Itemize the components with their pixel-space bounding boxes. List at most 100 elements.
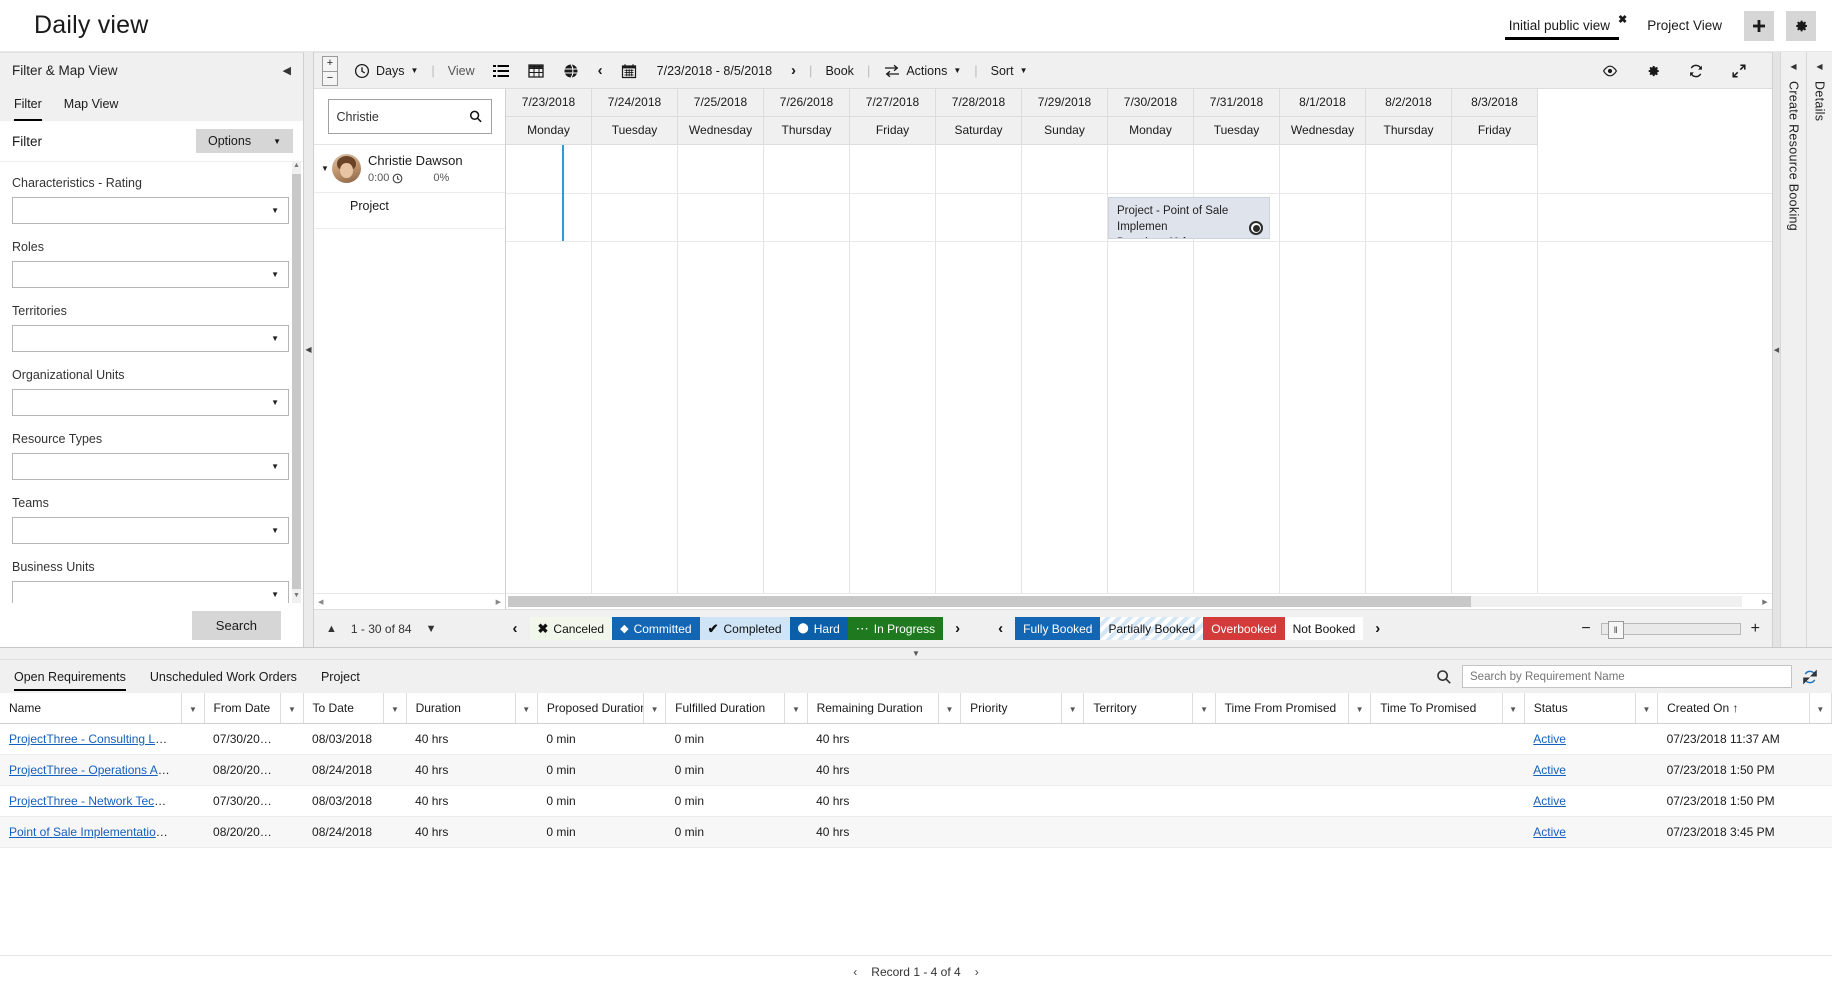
- booking-block[interactable]: Project - Point of Sale Implemen Duratio…: [1108, 197, 1270, 239]
- territories-select[interactable]: ▼: [12, 325, 289, 352]
- col-proposed-duration[interactable]: Proposed Duration: [537, 693, 643, 724]
- col-territory[interactable]: Territory: [1084, 693, 1193, 724]
- legend-chip-in-progress[interactable]: ⋯ In Progress: [848, 617, 943, 640]
- settings-button[interactable]: [1786, 11, 1816, 41]
- filter-name[interactable]: ▼: [182, 693, 204, 724]
- filter-time-from-promised[interactable]: ▼: [1349, 693, 1371, 724]
- calendar-picker-button[interactable]: [612, 53, 647, 89]
- status-link[interactable]: Active: [1533, 732, 1566, 746]
- col-from-date[interactable]: From Date: [204, 693, 281, 724]
- view-tab-project-view[interactable]: Project View: [1637, 4, 1732, 48]
- add-view-button[interactable]: [1744, 11, 1774, 41]
- cell-status[interactable]: Active: [1524, 786, 1635, 817]
- filter-time-to-promised[interactable]: ▼: [1502, 693, 1524, 724]
- collapse-icon[interactable]: ◀: [1816, 62, 1822, 71]
- collapse-icon[interactable]: ◀: [1790, 62, 1796, 71]
- page-up-icon[interactable]: ▲: [326, 623, 337, 635]
- create-resource-booking-rail[interactable]: ◀ Create Resource Booking: [1780, 52, 1806, 647]
- grid-body[interactable]: Project - Point of Sale Implemen Duratio…: [506, 145, 1772, 593]
- table-row[interactable]: ProjectThree - Consulting Lead 07/30/201…: [0, 724, 1832, 755]
- legend-chip-hard[interactable]: ⬤ Hard: [790, 617, 848, 640]
- cell-name[interactable]: ProjectThree - Consulting Lead: [0, 724, 182, 755]
- next-record-icon[interactable]: ›: [975, 965, 979, 979]
- filter-fulfilled-duration[interactable]: ▼: [785, 693, 807, 724]
- tab-unscheduled-work-orders[interactable]: Unscheduled Work Orders: [150, 662, 297, 691]
- table-row[interactable]: ProjectThree - Operations Analyst 08/20/…: [0, 755, 1832, 786]
- status-link[interactable]: Active: [1533, 825, 1566, 839]
- col-name[interactable]: Name: [0, 693, 182, 724]
- filter-to-date[interactable]: ▼: [384, 693, 406, 724]
- col-duration[interactable]: Duration: [406, 693, 515, 724]
- col-to-date[interactable]: To Date: [303, 693, 384, 724]
- close-icon[interactable]: ✖: [1618, 13, 1627, 26]
- table-row[interactable]: ProjectThree - Network Technician 07/30/…: [0, 786, 1832, 817]
- col-fulfilled-duration[interactable]: Fulfilled Duration: [666, 693, 785, 724]
- tab-map-view[interactable]: Map View: [64, 97, 119, 121]
- col-status[interactable]: Status: [1524, 693, 1635, 724]
- panel-resize-handle[interactable]: ▼: [0, 648, 1832, 660]
- map-view-button[interactable]: [554, 53, 589, 89]
- business-units-select[interactable]: ▼: [12, 581, 289, 603]
- legend-chip-overbooked[interactable]: Overbooked: [1203, 617, 1284, 640]
- fullscreen-button[interactable]: [1719, 53, 1758, 89]
- search-icon[interactable]: [469, 109, 483, 124]
- legend-chip-committed[interactable]: ◆ Committed: [612, 617, 699, 640]
- refresh-button[interactable]: [1676, 53, 1715, 89]
- resource-column-scroll[interactable]: ◀ ▶: [314, 593, 506, 609]
- organizational-units-select[interactable]: ▼: [12, 389, 289, 416]
- zoom-in-button[interactable]: +: [1751, 620, 1760, 638]
- requirement-link[interactable]: ProjectThree - Consulting Lead: [9, 732, 175, 746]
- tab-open-requirements[interactable]: Open Requirements: [14, 662, 126, 691]
- resource-types-select[interactable]: ▼: [12, 453, 289, 480]
- collapse-rows-button[interactable]: −: [322, 71, 338, 86]
- actions-dropdown[interactable]: Actions ▼: [874, 53, 970, 89]
- col-time-to-promised[interactable]: Time To Promised: [1371, 693, 1502, 724]
- legend-chip-canceled[interactable]: ✖ Canceled: [530, 617, 613, 640]
- legend-chip-not-booked[interactable]: Not Booked: [1285, 617, 1364, 640]
- board-right-handle[interactable]: ◀: [1772, 52, 1780, 647]
- status-legend-prev[interactable]: ‹: [501, 620, 530, 637]
- details-rail[interactable]: ◀ Details: [1806, 52, 1832, 647]
- scroll-down-icon[interactable]: ▼: [292, 592, 301, 603]
- collapse-left-icon[interactable]: ◀: [283, 64, 291, 77]
- visibility-button[interactable]: [1590, 53, 1629, 89]
- refresh-icon[interactable]: [1802, 669, 1818, 685]
- col-remaining-duration[interactable]: Remaining Duration: [807, 693, 938, 724]
- search-button[interactable]: Search: [192, 611, 281, 640]
- tab-filter[interactable]: Filter: [14, 97, 42, 121]
- list-view-button[interactable]: [484, 53, 519, 89]
- tab-project[interactable]: Project: [321, 662, 360, 691]
- board-settings-button[interactable]: [1633, 53, 1672, 89]
- view-tab-initial-public-view[interactable]: Initial public view ✖: [1499, 4, 1638, 48]
- scroll-up-icon[interactable]: ▲: [292, 162, 301, 173]
- roles-select[interactable]: ▼: [12, 261, 289, 288]
- options-button[interactable]: Options ▼: [196, 129, 293, 153]
- filter-priority[interactable]: ▼: [1062, 693, 1084, 724]
- filter-duration[interactable]: ▼: [515, 693, 537, 724]
- filter-status[interactable]: ▼: [1635, 693, 1657, 724]
- zoom-slider-thumb[interactable]: ‖: [1608, 621, 1624, 639]
- cell-name[interactable]: ProjectThree - Network Technician: [0, 786, 182, 817]
- col-time-from-promised[interactable]: Time From Promised: [1215, 693, 1348, 724]
- cell-name[interactable]: Point of Sale Implementation - O...: [0, 817, 182, 848]
- expand-rows-button[interactable]: +: [322, 56, 338, 71]
- cell-status[interactable]: Active: [1524, 755, 1635, 786]
- resource-sub-row[interactable]: Project: [314, 193, 505, 229]
- hscroll-track[interactable]: [508, 596, 1742, 607]
- expand-resource-icon[interactable]: ▼: [318, 164, 332, 173]
- sort-dropdown[interactable]: Sort ▼: [982, 53, 1037, 89]
- scrollbar-thumb[interactable]: [292, 174, 301, 589]
- zoom-slider-track[interactable]: ‖: [1601, 623, 1741, 635]
- scroll-right-icon[interactable]: ▶: [496, 598, 501, 606]
- hscroll-thumb[interactable]: [508, 596, 1471, 607]
- filter-proposed-duration[interactable]: ▼: [643, 693, 665, 724]
- search-icon[interactable]: [1436, 669, 1452, 685]
- requirement-link[interactable]: ProjectThree - Operations Analyst: [9, 763, 182, 777]
- panel-collapse-handle[interactable]: ◀: [304, 52, 314, 647]
- page-down-icon[interactable]: ▼: [426, 623, 437, 635]
- legend-chip-partially-booked[interactable]: Partially Booked: [1100, 617, 1203, 640]
- filter-created-on[interactable]: ▼: [1809, 693, 1831, 724]
- status-link[interactable]: Active: [1533, 794, 1566, 808]
- next-period-button[interactable]: ›: [782, 53, 805, 89]
- requirements-search-box[interactable]: [1462, 665, 1792, 688]
